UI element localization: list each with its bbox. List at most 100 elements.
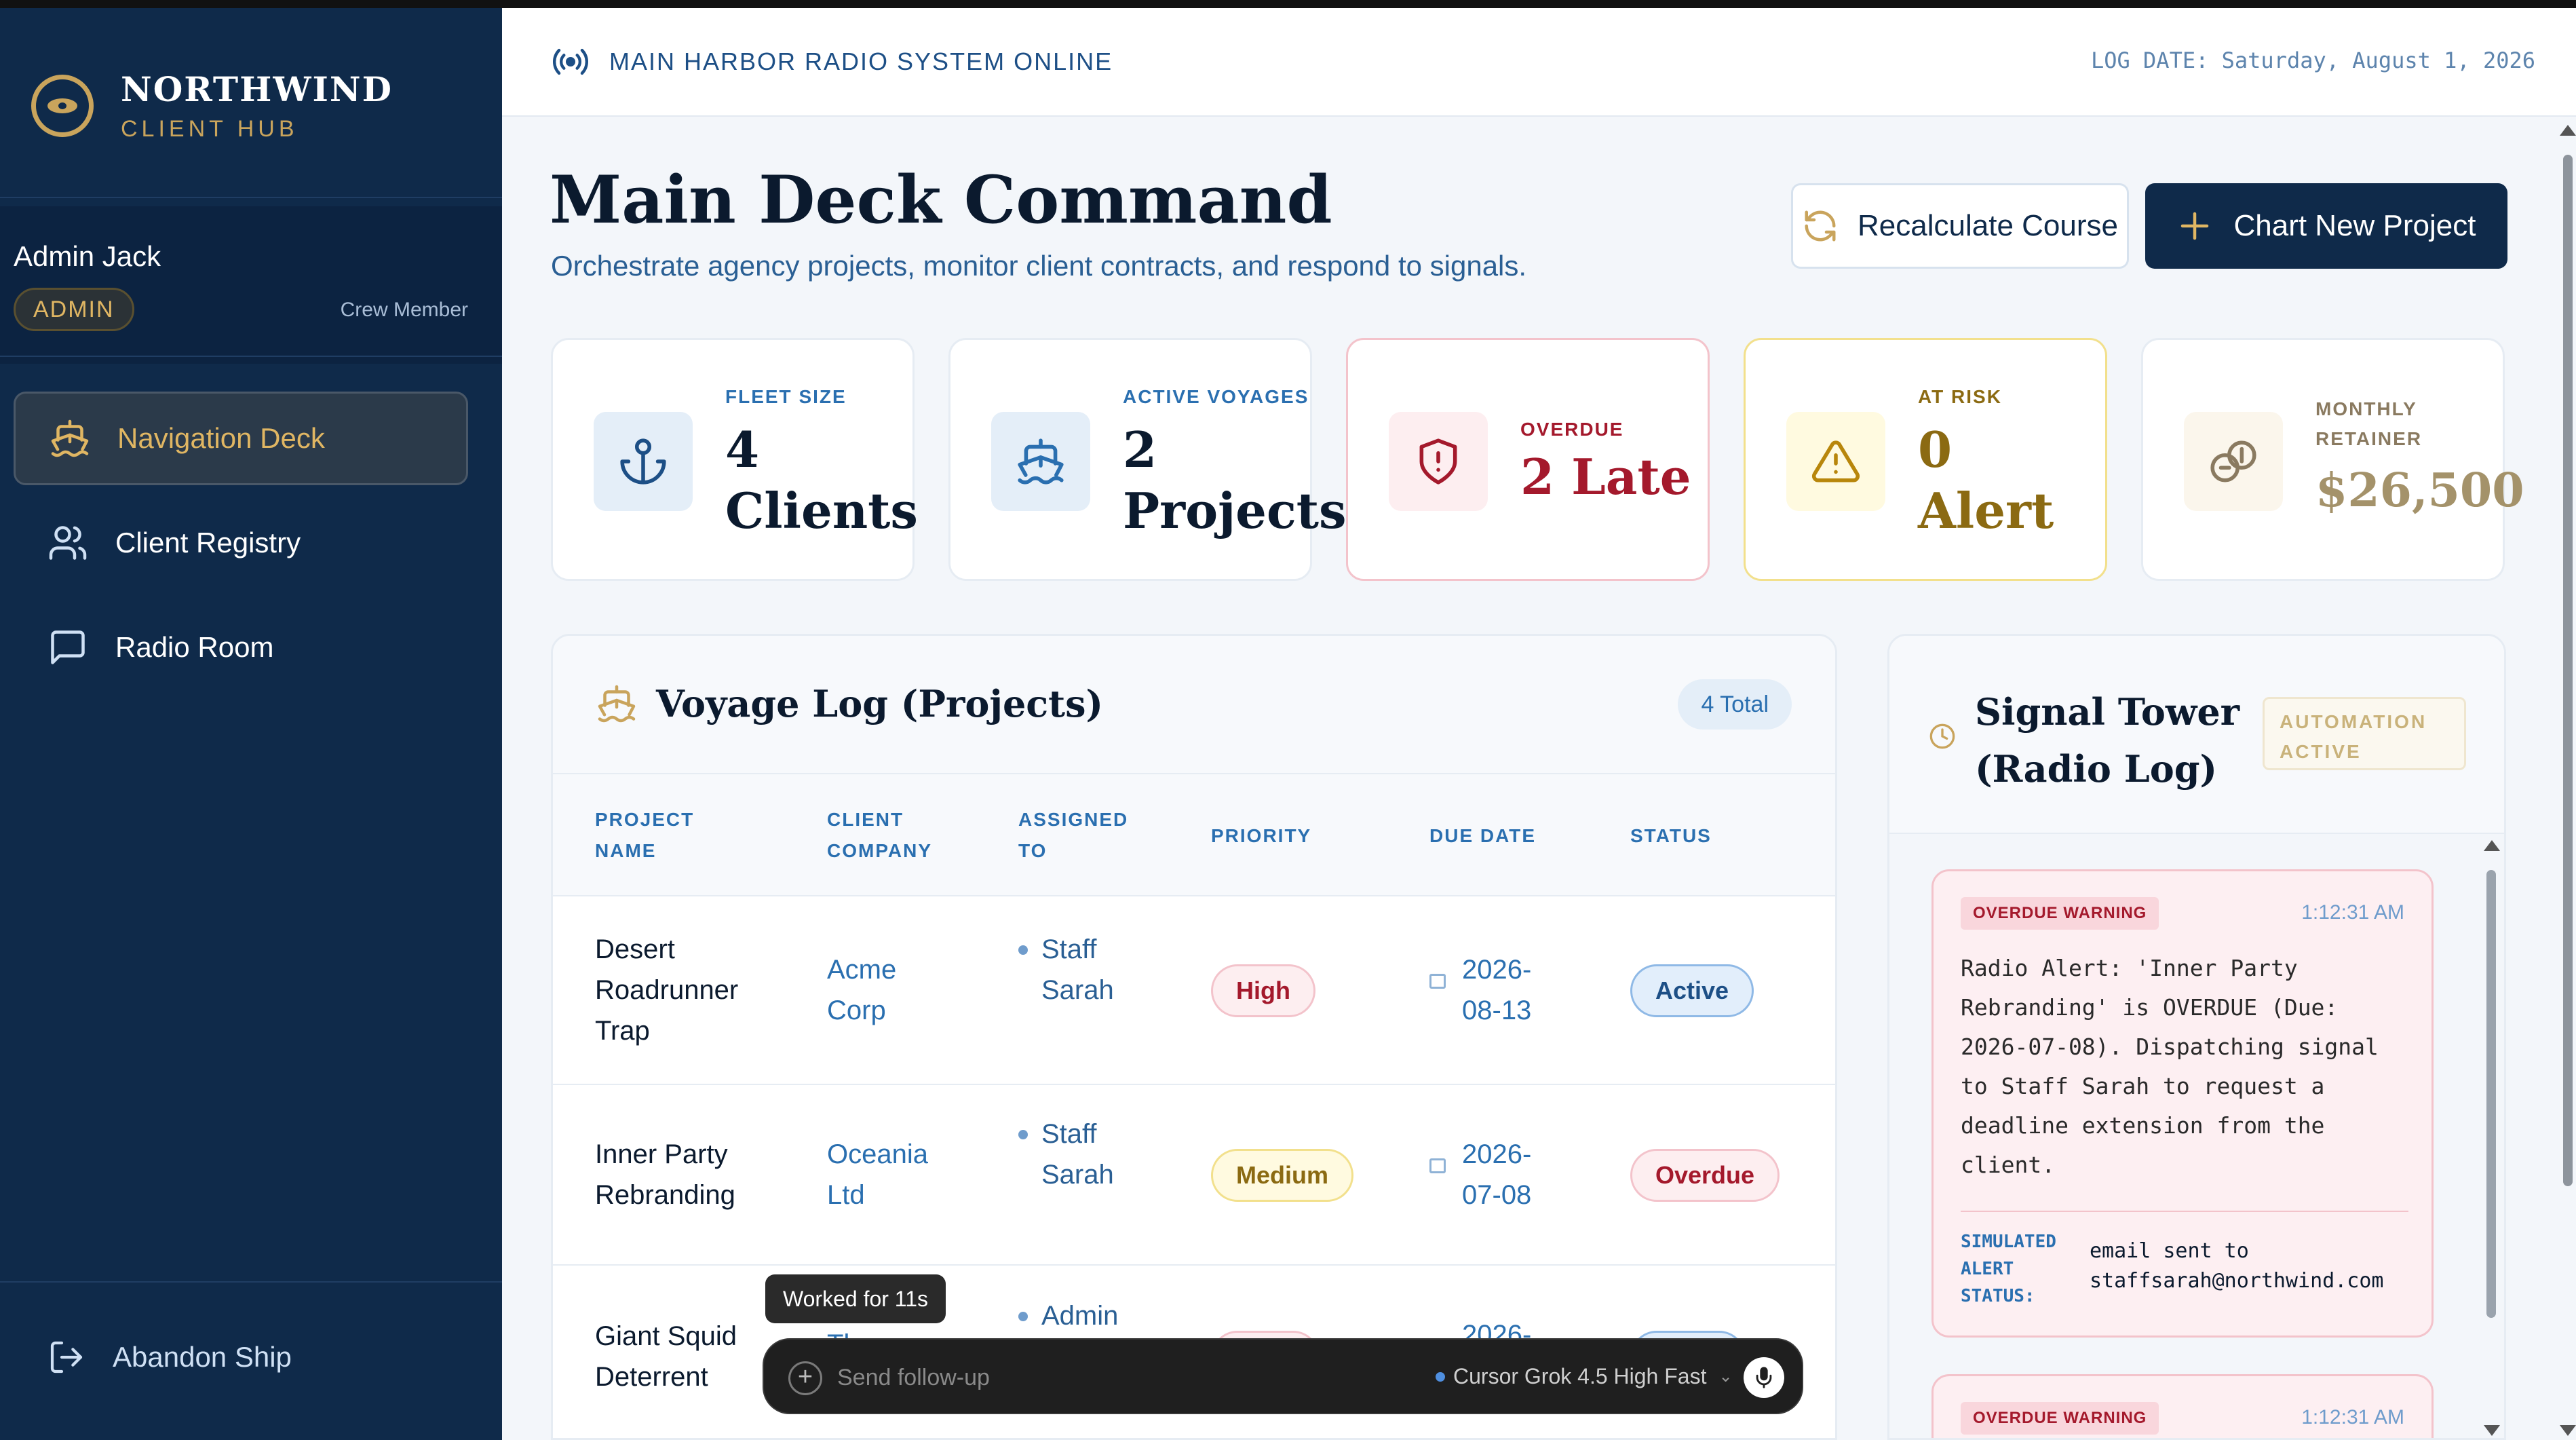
column-header-text: PROJECT [595,809,695,830]
compass-logo-icon [31,75,94,137]
brand[interactable]: NORTHWIND CLIENT HUB [31,69,393,143]
priority-badge: High [1211,964,1315,1017]
client-company-line: Corp [827,996,886,1025]
alert-message-line: to Staff Sarah to request a [1961,1073,2325,1099]
project-name-line: Desert [595,934,675,964]
column-header-status[interactable]: STATUS [1630,820,1712,852]
project-name: Inner Party Rebranding [595,1134,735,1215]
sidebar-divider [0,1281,502,1283]
total-count-badge: 4 Total [1678,679,1792,730]
assigned-to-line: Sarah [1041,975,1114,1005]
sidebar-item-label: Client Registry [115,527,301,558]
log-date: LOG DATE: Saturday, August 1, 2026 [2090,48,2535,73]
worked-for-tooltip: Worked for 11s [765,1274,946,1323]
automation-status-badge: AUTOMATION ACTIVE [2263,697,2466,770]
stat-label: OVERDUE [1520,419,1624,440]
table-row[interactable]: Desert Roadrunner Trap Acme Corp Staff S… [553,896,1835,1085]
column-header-text: TO [1018,840,1047,861]
alert-status-value-line: email sent to [2090,1239,2249,1263]
chart-new-project-button[interactable]: Chart New Project [2145,183,2507,269]
panel-title-line: (Radio Log) [1975,747,2218,791]
assigned-to-line: Staff [1041,1119,1097,1149]
panel-title-text: Voyage Log (Projects) [656,682,1104,725]
clock-icon [1929,723,1955,749]
stat-value-unit: Alert [1918,482,2054,539]
alert-status-label-line: STATUS: [1961,1286,2035,1306]
column-header-assigned[interactable]: ASSIGNED TO [1018,804,1128,867]
table-row[interactable]: Inner Party Rebranding Oceania Ltd Staff… [553,1085,1835,1266]
logout-label: Abandon Ship [113,1341,292,1373]
alert-status-label-line: ALERT [1961,1259,2014,1279]
ship-icon [598,685,636,723]
stat-card-monthly-retainer: MONTHLY RETAINER $26,500 [2141,338,2524,581]
page-scrollbar[interactable] [2563,155,2573,1186]
client-company-link[interactable]: Oceania Ltd [827,1134,928,1215]
project-name-line: Deterrent [595,1362,708,1392]
automation-status-line: AUTOMATION [2280,711,2427,732]
stat-value: 0 [1918,421,1953,478]
alert-message-line: Rebranding' is OVERDUE (Due: [1961,994,2339,1021]
add-attachment-button[interactable]: + [788,1361,822,1395]
calendar-icon [1429,1158,1446,1173]
column-header-project[interactable]: PROJECT NAME [595,804,694,867]
sidebar-item-client-registry[interactable]: Client Registry [14,496,468,590]
radio-log-scrollbar[interactable] [2486,870,2496,1318]
alert-message-line: deadline extension from the [1961,1112,2325,1139]
project-name-line: Giant Squid [595,1321,737,1351]
follow-up-input[interactable] [837,1353,1380,1402]
page-scroll-up-arrow[interactable] [2560,125,2576,136]
recalculate-course-label: Recalculate Course [1858,209,2118,242]
stat-card-active-voyages: ACTIVE VOYAGES 2 Projects [948,338,1347,581]
user-name: Admin Jack [14,240,161,272]
column-header-client[interactable]: CLIENT COMPANY [827,804,932,867]
stat-value-unit: Projects [1123,482,1347,539]
client-company-line: Acme [827,955,897,985]
chevron-down-icon: ⌄ [1718,1367,1733,1386]
project-name-line: Rebranding [595,1180,735,1210]
alert-status-value: email sent to staffsarah@northwind.com [2090,1236,2383,1296]
panel-title: Signal Tower (Radio Log) [1975,683,2239,797]
due-date-line: 2026- [1462,955,1532,985]
panel-title: Voyage Log (Projects) [596,682,1103,725]
radio-status-text: MAIN HARBOR RADIO SYSTEM ONLINE [609,48,1113,75]
sidebar-item-radio-room[interactable]: Radio Room [14,601,468,694]
alert-tag: OVERDUE WARNING [1961,897,2159,930]
status-badge: Active [1630,964,1754,1017]
role-badge: ADMIN [14,288,134,331]
scroll-down-arrow[interactable] [2484,1425,2500,1436]
recalculate-course-button[interactable]: Recalculate Course [1791,183,2129,269]
alert-card: OVERDUE WARNING 1:12:31 AM Radio Alert: … [1931,869,2434,1338]
divider [1961,1211,2408,1212]
alert-tag: OVERDUE WARNING [1961,1402,2159,1435]
column-header-text: CLIENT [827,809,904,830]
stat-label: RETAINER [2315,428,2423,449]
sidebar-item-navigation-deck[interactable]: Navigation Deck [14,392,468,485]
scroll-up-arrow[interactable] [2484,840,2500,851]
due-date-line: 07-08 [1462,1180,1532,1210]
page-scroll-down-arrow[interactable] [2560,1425,2576,1436]
sidebar-divider [0,356,502,357]
alert-status-label: SIMULATED ALERT STATUS: [1961,1228,2056,1310]
stat-value: 4 [725,421,760,478]
stat-value-unit: Clients [725,482,918,539]
stat-label: MONTHLY [2315,398,2417,419]
chat-composer: + Cursor Grok 4.5 High Fast ⌄ [763,1338,1803,1414]
radio-log-list[interactable]: OVERDUE WARNING 1:12:31 AM Radio Alert: … [1889,834,2504,1438]
project-name-line: Roadrunner [595,975,739,1005]
stat-label: FLEET SIZE [725,386,847,407]
client-company-link[interactable]: Acme Corp [827,949,896,1031]
model-selector[interactable]: Cursor Grok 4.5 High Fast ⌄ [1436,1364,1733,1389]
logout-button[interactable]: Abandon Ship [47,1338,292,1376]
warning-icon [1786,412,1885,511]
refresh-icon [1805,210,1836,242]
model-status-dot [1436,1371,1445,1382]
microphone-button[interactable] [1744,1357,1784,1398]
sidebar-nav: Navigation Deck Client Registry Radio Ro… [14,392,468,705]
column-header-priority[interactable]: PRIORITY [1211,820,1311,852]
radio-signal-icon [553,48,588,75]
chat-bubble-icon [51,630,85,664]
status-badge: Overdue [1630,1149,1780,1202]
column-header-due-date[interactable]: DUE DATE [1429,820,1536,852]
chart-new-project-label: Chart New Project [2233,209,2476,242]
panel-header: Signal Tower (Radio Log) AUTOMATION ACTI… [1889,636,2504,834]
